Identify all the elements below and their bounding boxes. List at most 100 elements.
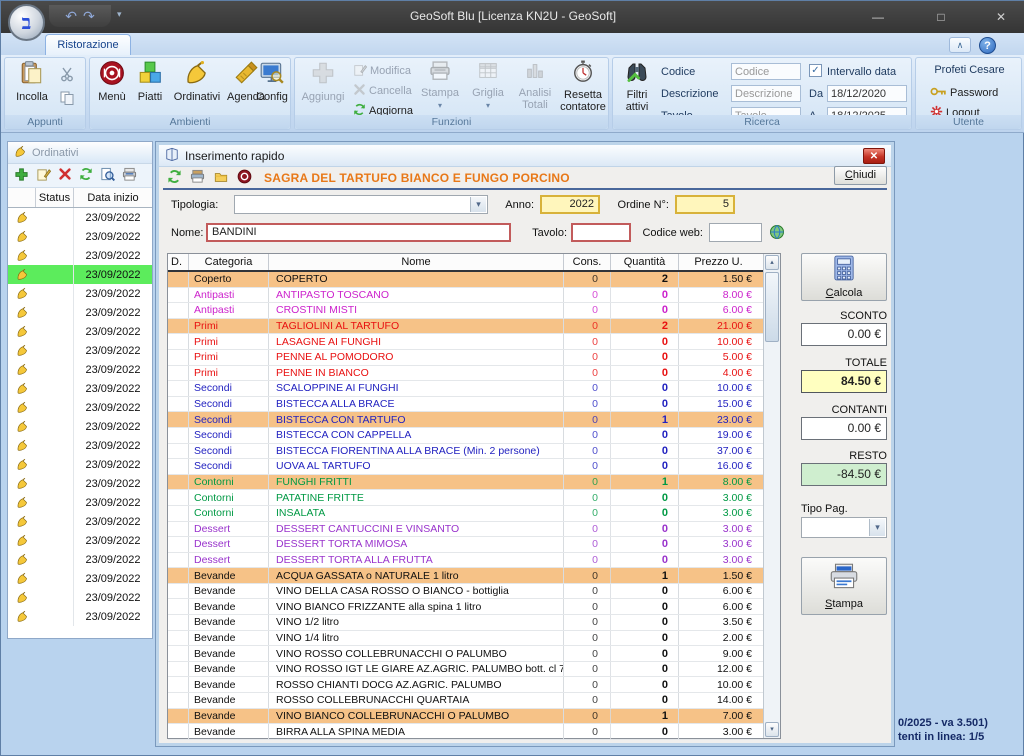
ordinativo-list-item[interactable]: 23/09/2022 bbox=[8, 588, 152, 607]
order-table-row[interactable]: Primi PENNE AL POMODORO 0 0 5.00 € bbox=[168, 350, 780, 366]
stop-record-icon[interactable] bbox=[237, 169, 252, 187]
order-table-row[interactable]: Secondi BISTECCA ALLA BRACE 0 0 15.00 € bbox=[168, 397, 780, 413]
quantita-cell[interactable]: 0 bbox=[611, 724, 679, 739]
quantita-cell[interactable]: 0 bbox=[611, 506, 679, 521]
ordinativo-list-item[interactable]: 23/09/2022 bbox=[8, 379, 152, 398]
tipo-pag-combobox[interactable]: ▾ bbox=[801, 517, 887, 538]
quantita-cell[interactable]: 0 bbox=[611, 397, 679, 412]
quantita-cell[interactable]: 0 bbox=[611, 459, 679, 474]
ordinativo-list-item[interactable]: 23/09/2022 bbox=[8, 512, 152, 531]
griglia-button[interactable]: Griglia ▾ bbox=[467, 60, 509, 110]
quantita-cell[interactable]: 0 bbox=[611, 631, 679, 646]
order-table-row[interactable]: Dessert DESSERT CANTUCCINI E VINSANTO 0 … bbox=[168, 522, 780, 538]
tipologia-combo-arrow-icon[interactable]: ▾ bbox=[470, 197, 486, 212]
order-table-row[interactable]: Primi LASAGNE AI FUNGHI 0 0 10.00 € bbox=[168, 334, 780, 350]
piatti-button[interactable]: Piatti bbox=[132, 60, 168, 103]
col-quantita-header[interactable]: Quantità bbox=[611, 254, 679, 270]
order-table-row[interactable]: Contorni INSALATA 0 0 3.00 € bbox=[168, 506, 780, 522]
maximize-button[interactable]: □ bbox=[926, 7, 956, 27]
delete-x-icon[interactable] bbox=[58, 167, 72, 184]
ordine-n-field[interactable]: 5 bbox=[675, 195, 735, 214]
quantita-cell[interactable]: 0 bbox=[611, 428, 679, 443]
quantita-cell[interactable]: 0 bbox=[611, 334, 679, 349]
help-icon[interactable]: ? bbox=[979, 37, 996, 54]
ordinativo-list-item[interactable]: 23/09/2022 bbox=[8, 531, 152, 550]
col-prezzo-header[interactable]: Prezzo U. bbox=[679, 254, 758, 270]
ordinativo-list-item[interactable]: 23/09/2022 bbox=[8, 322, 152, 341]
quantita-cell[interactable]: 0 bbox=[611, 615, 679, 630]
order-table-row[interactable]: Bevande VINO 1/4 litro 0 0 2.00 € bbox=[168, 631, 780, 647]
anno-field[interactable]: 2022 bbox=[540, 195, 600, 214]
menu-button[interactable]: Menù bbox=[94, 60, 130, 103]
da-date-input[interactable] bbox=[827, 85, 907, 102]
ordinativo-list-item[interactable]: 23/09/2022 bbox=[8, 398, 152, 417]
quantita-cell[interactable]: 0 bbox=[611, 303, 679, 318]
scroll-down-icon[interactable]: ▾ bbox=[765, 722, 779, 737]
order-table-row[interactable]: Bevande BIRRA ALLA SPINA MEDIA 0 0 3.00 … bbox=[168, 724, 780, 740]
data-inizio-column-header[interactable]: Data inizio bbox=[74, 188, 152, 207]
quantita-cell[interactable]: 0 bbox=[611, 381, 679, 396]
quantita-cell[interactable]: 0 bbox=[611, 288, 679, 303]
resetta-contatore-button[interactable]: Resettacontatore bbox=[557, 60, 609, 113]
tavolo-field[interactable] bbox=[571, 223, 631, 242]
quantita-cell[interactable]: 0 bbox=[611, 366, 679, 381]
stampa-button[interactable]: Stampa bbox=[801, 557, 887, 615]
print-icon[interactable] bbox=[122, 167, 137, 185]
preview-search-icon[interactable] bbox=[100, 167, 115, 185]
password-button[interactable]: Password bbox=[930, 84, 998, 102]
order-table-row[interactable]: Bevande VINO ROSSO IGT LE GIARE AZ.AGRIC… bbox=[168, 662, 780, 678]
sconto-field[interactable]: 0.00 € bbox=[801, 323, 887, 346]
status-column-header[interactable]: Status bbox=[36, 188, 74, 207]
refresh-icon[interactable] bbox=[79, 167, 93, 184]
order-table-row[interactable]: Secondi BISTECCA CON CAPPELLA 0 0 19.00 … bbox=[168, 428, 780, 444]
ribbon-collapse-icon[interactable]: ∧ bbox=[949, 37, 971, 53]
codice-input[interactable] bbox=[731, 63, 801, 80]
order-table-row[interactable]: Bevande VINO DELLA CASA ROSSO O BIANCO -… bbox=[168, 584, 780, 600]
quantita-cell[interactable]: 0 bbox=[611, 350, 679, 365]
globe-icon[interactable] bbox=[769, 224, 785, 243]
config-button[interactable]: Config bbox=[252, 60, 292, 103]
quantita-cell[interactable]: 1 bbox=[611, 412, 679, 427]
nome-field[interactable]: BANDINI bbox=[206, 223, 511, 242]
cut-scissors-icon[interactable] bbox=[59, 66, 75, 85]
folder-icon[interactable] bbox=[213, 170, 229, 187]
ordinativo-list-item[interactable]: 23/09/2022 bbox=[8, 474, 152, 493]
quantita-cell[interactable]: 0 bbox=[611, 646, 679, 661]
refresh-icon[interactable] bbox=[167, 169, 182, 187]
stampa-ribbon-button[interactable]: Stampa ▾ bbox=[417, 60, 463, 110]
quantita-cell[interactable]: 0 bbox=[611, 490, 679, 505]
modifica-button[interactable]: Modifica bbox=[353, 62, 411, 80]
order-table-row[interactable]: Bevande VINO BIANCO FRIZZANTE alla spina… bbox=[168, 599, 780, 615]
order-table-row[interactable]: Antipasti ANTIPASTO TOSCANO 0 0 8.00 € bbox=[168, 288, 780, 304]
quantita-cell[interactable]: 0 bbox=[611, 553, 679, 568]
order-table-row[interactable]: Primi PENNE IN BIANCO 0 0 4.00 € bbox=[168, 366, 780, 382]
order-table-row[interactable]: Secondi SCALOPPINE AI FUNGHI 0 0 10.00 € bbox=[168, 381, 780, 397]
incolla-button[interactable]: Incolla bbox=[11, 60, 53, 103]
order-table-row[interactable]: Bevande VINO ROSSO COLLEBRUNACCHI O PALU… bbox=[168, 646, 780, 662]
ordinativo-list-item[interactable]: 23/09/2022 bbox=[8, 246, 152, 265]
filtri-attivi-button[interactable]: Filtriattivi bbox=[617, 60, 657, 113]
minimize-button[interactable]: — bbox=[863, 7, 893, 27]
ordinativo-list-item[interactable]: 23/09/2022 bbox=[8, 436, 152, 455]
quantita-cell[interactable]: 1 bbox=[611, 568, 679, 583]
quantita-cell[interactable]: 1 bbox=[611, 709, 679, 724]
ordinativo-list-item[interactable]: 23/09/2022 bbox=[8, 265, 152, 284]
quantita-cell[interactable]: 0 bbox=[611, 584, 679, 599]
ordinativo-list-item[interactable]: 23/09/2022 bbox=[8, 284, 152, 303]
icon-column-header[interactable] bbox=[8, 188, 36, 207]
quantita-cell[interactable]: 0 bbox=[611, 693, 679, 708]
order-table-row[interactable]: Bevande VINO BIANCO COLLEBRUNACCHI O PAL… bbox=[168, 709, 780, 725]
order-table-row[interactable]: Contorni FUNGHI FRITTI 0 1 8.00 € bbox=[168, 475, 780, 491]
order-table-row[interactable]: Bevande ACQUA GASSATA o NATURALE 1 litro… bbox=[168, 568, 780, 584]
edit-icon[interactable] bbox=[36, 167, 51, 185]
close-button[interactable]: ✕ bbox=[986, 7, 1016, 27]
quantita-cell[interactable]: 0 bbox=[611, 662, 679, 677]
dialog-title-bar[interactable]: Inserimento rapido bbox=[159, 145, 891, 167]
ordinativo-list-item[interactable]: 23/09/2022 bbox=[8, 493, 152, 512]
quantita-cell[interactable]: 0 bbox=[611, 537, 679, 552]
tipo-pag-combo-arrow-icon[interactable]: ▾ bbox=[869, 519, 885, 536]
ordinativi-button[interactable]: Ordinativi bbox=[170, 60, 224, 103]
aggiungi-button[interactable]: Aggiungi bbox=[299, 60, 347, 103]
col-categoria-header[interactable]: Categoria bbox=[189, 254, 269, 270]
order-table-row[interactable]: Bevande ROSSO COLLEBRUNACCHI QUARTAIA 0 … bbox=[168, 693, 780, 709]
